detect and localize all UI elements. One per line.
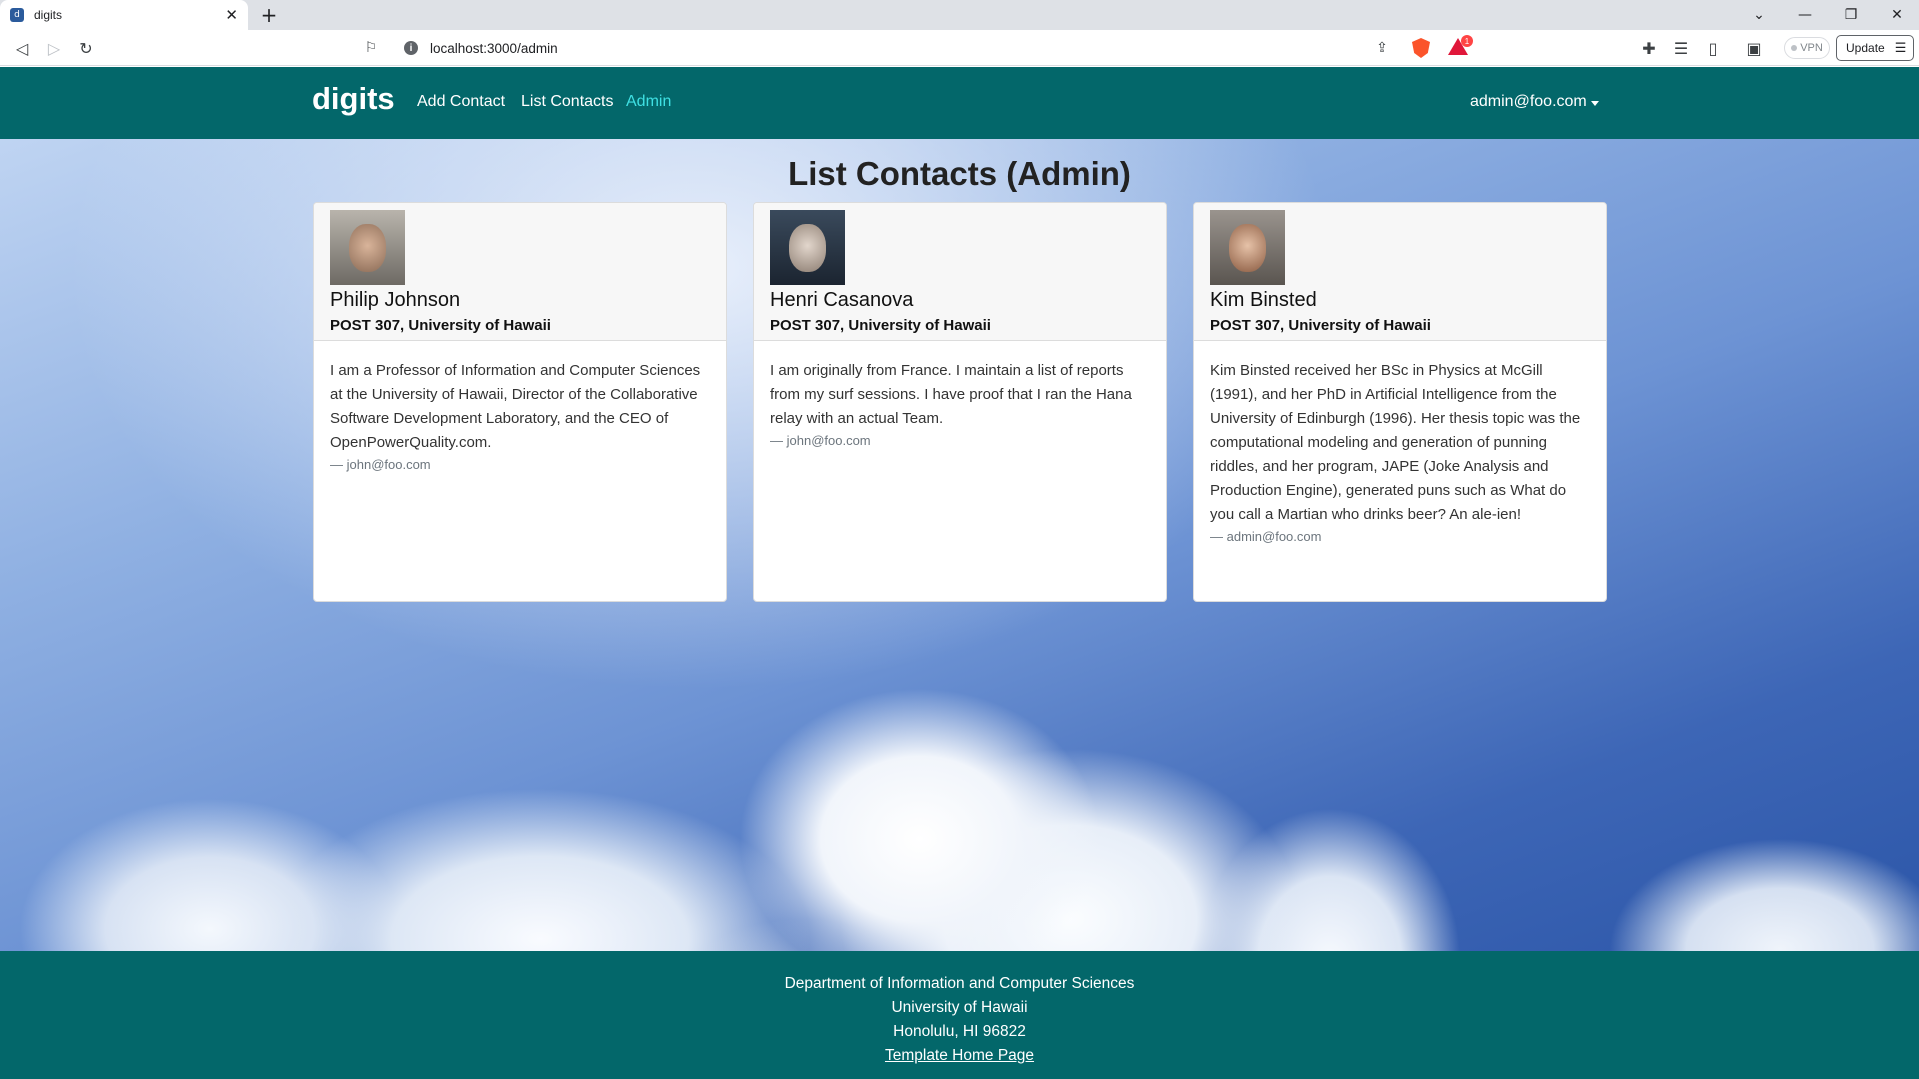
contact-card: Philip Johnson POST 307, University of H… bbox=[313, 202, 727, 602]
avatar-image bbox=[1210, 210, 1285, 285]
favicon-icon: d bbox=[10, 8, 24, 22]
restore-button[interactable]: ❐ bbox=[1829, 0, 1873, 30]
card-header: Henri Casanova POST 307, University of H… bbox=[754, 203, 1166, 341]
contact-description: I am originally from France. I maintain … bbox=[770, 362, 1132, 427]
contact-address: POST 307, University of Hawaii bbox=[330, 317, 551, 334]
tab-search-icon[interactable]: ⌄ bbox=[1737, 0, 1781, 30]
brand-logo[interactable]: digits bbox=[312, 81, 395, 117]
card-header: Philip Johnson POST 307, University of H… bbox=[314, 203, 726, 341]
forward-icon[interactable]: ▷ bbox=[42, 36, 66, 60]
footer-city: Honolulu, HI 96822 bbox=[893, 1023, 1026, 1040]
address-bar[interactable]: i localhost:3000/admin bbox=[392, 34, 1403, 62]
card-header: Kim Binsted POST 307, University of Hawa… bbox=[1194, 203, 1606, 341]
close-window-button[interactable]: ✕ bbox=[1875, 0, 1919, 30]
brave-shields-icon[interactable] bbox=[1412, 38, 1430, 58]
template-home-link[interactable]: Template Home Page bbox=[0, 1044, 1919, 1068]
menu-icon: ☰ bbox=[1894, 40, 1907, 56]
avatar-image bbox=[770, 210, 845, 285]
sidebar-icon[interactable]: ▯ bbox=[1701, 36, 1725, 60]
contact-name: Henri Casanova bbox=[770, 289, 914, 311]
reading-list-icon[interactable]: ☰ bbox=[1669, 36, 1693, 60]
page-title: List Contacts (Admin) bbox=[788, 155, 1131, 192]
back-icon[interactable]: ◁ bbox=[10, 36, 34, 60]
update-label: Update bbox=[1846, 41, 1885, 55]
wallet-icon[interactable]: ▣ bbox=[1742, 36, 1766, 60]
extensions-icon[interactable]: ✚ bbox=[1637, 36, 1661, 60]
card-body: Kim Binsted received her BSc in Physics … bbox=[1194, 341, 1606, 546]
footer: Department of Information and Computer S… bbox=[0, 951, 1919, 1079]
site-info-icon[interactable]: i bbox=[404, 41, 418, 55]
vpn-label: VPN bbox=[1800, 42, 1823, 54]
contact-owner: — admin@foo.com bbox=[1210, 529, 1322, 544]
card-body: I am originally from France. I maintain … bbox=[754, 341, 1166, 450]
url-text[interactable]: localhost:3000/admin bbox=[430, 41, 558, 56]
contact-description: Kim Binsted received her BSc in Physics … bbox=[1210, 362, 1581, 523]
update-button[interactable]: Update ☰ bbox=[1836, 35, 1914, 61]
browser-tabstrip: d digits ✕ + ⌄ — ❐ ✕ bbox=[0, 0, 1919, 30]
user-email: admin@foo.com bbox=[1470, 93, 1587, 110]
user-dropdown[interactable]: admin@foo.com bbox=[1470, 93, 1599, 111]
tab-title: digits bbox=[34, 8, 63, 22]
caret-down-icon bbox=[1590, 100, 1599, 106]
nav-add-contact[interactable]: Add Contact bbox=[417, 93, 505, 111]
nav-admin[interactable]: Admin bbox=[626, 93, 671, 111]
share-icon[interactable]: ⇪ bbox=[1370, 36, 1394, 60]
reload-icon[interactable]: ↻ bbox=[74, 36, 98, 60]
contact-name: Kim Binsted bbox=[1210, 289, 1317, 311]
navbar: digits Add Contact List Contacts Admin a… bbox=[0, 67, 1919, 139]
card-body: I am a Professor of Information and Comp… bbox=[314, 341, 726, 474]
page: digits Add Contact List Contacts Admin a… bbox=[0, 67, 1919, 1079]
contact-address: POST 307, University of Hawaii bbox=[1210, 317, 1431, 334]
bookmark-icon[interactable]: ⚐ bbox=[359, 36, 383, 60]
contact-card: Henri Casanova POST 307, University of H… bbox=[753, 202, 1167, 602]
footer-department: Department of Information and Computer S… bbox=[784, 975, 1135, 992]
browser-toolbar: ◁ ▷ ↻ ⚐ i localhost:3000/admin ⇪ 1 ✚ ☰ ▯… bbox=[0, 30, 1919, 66]
contact-description: I am a Professor of Information and Comp… bbox=[330, 362, 701, 451]
brave-rewards-icon[interactable]: 1 bbox=[1448, 35, 1473, 56]
footer-university: University of Hawaii bbox=[891, 999, 1028, 1016]
rewards-badge: 1 bbox=[1461, 35, 1473, 47]
nav-list-contacts[interactable]: List Contacts bbox=[521, 93, 613, 111]
tab-close-icon[interactable]: ✕ bbox=[225, 6, 238, 24]
browser-tab[interactable]: d digits ✕ bbox=[0, 0, 248, 30]
vpn-status-icon bbox=[1791, 45, 1798, 51]
contact-name: Philip Johnson bbox=[330, 289, 461, 311]
new-tab-button[interactable]: + bbox=[257, 3, 281, 27]
contact-owner: — john@foo.com bbox=[330, 457, 431, 472]
contact-card: Kim Binsted POST 307, University of Hawa… bbox=[1193, 202, 1607, 602]
minimize-button[interactable]: — bbox=[1783, 0, 1827, 30]
vpn-button[interactable]: VPN bbox=[1784, 37, 1830, 59]
contact-owner: — john@foo.com bbox=[770, 433, 871, 448]
avatar-image bbox=[330, 210, 405, 285]
contact-address: POST 307, University of Hawaii bbox=[770, 317, 991, 334]
